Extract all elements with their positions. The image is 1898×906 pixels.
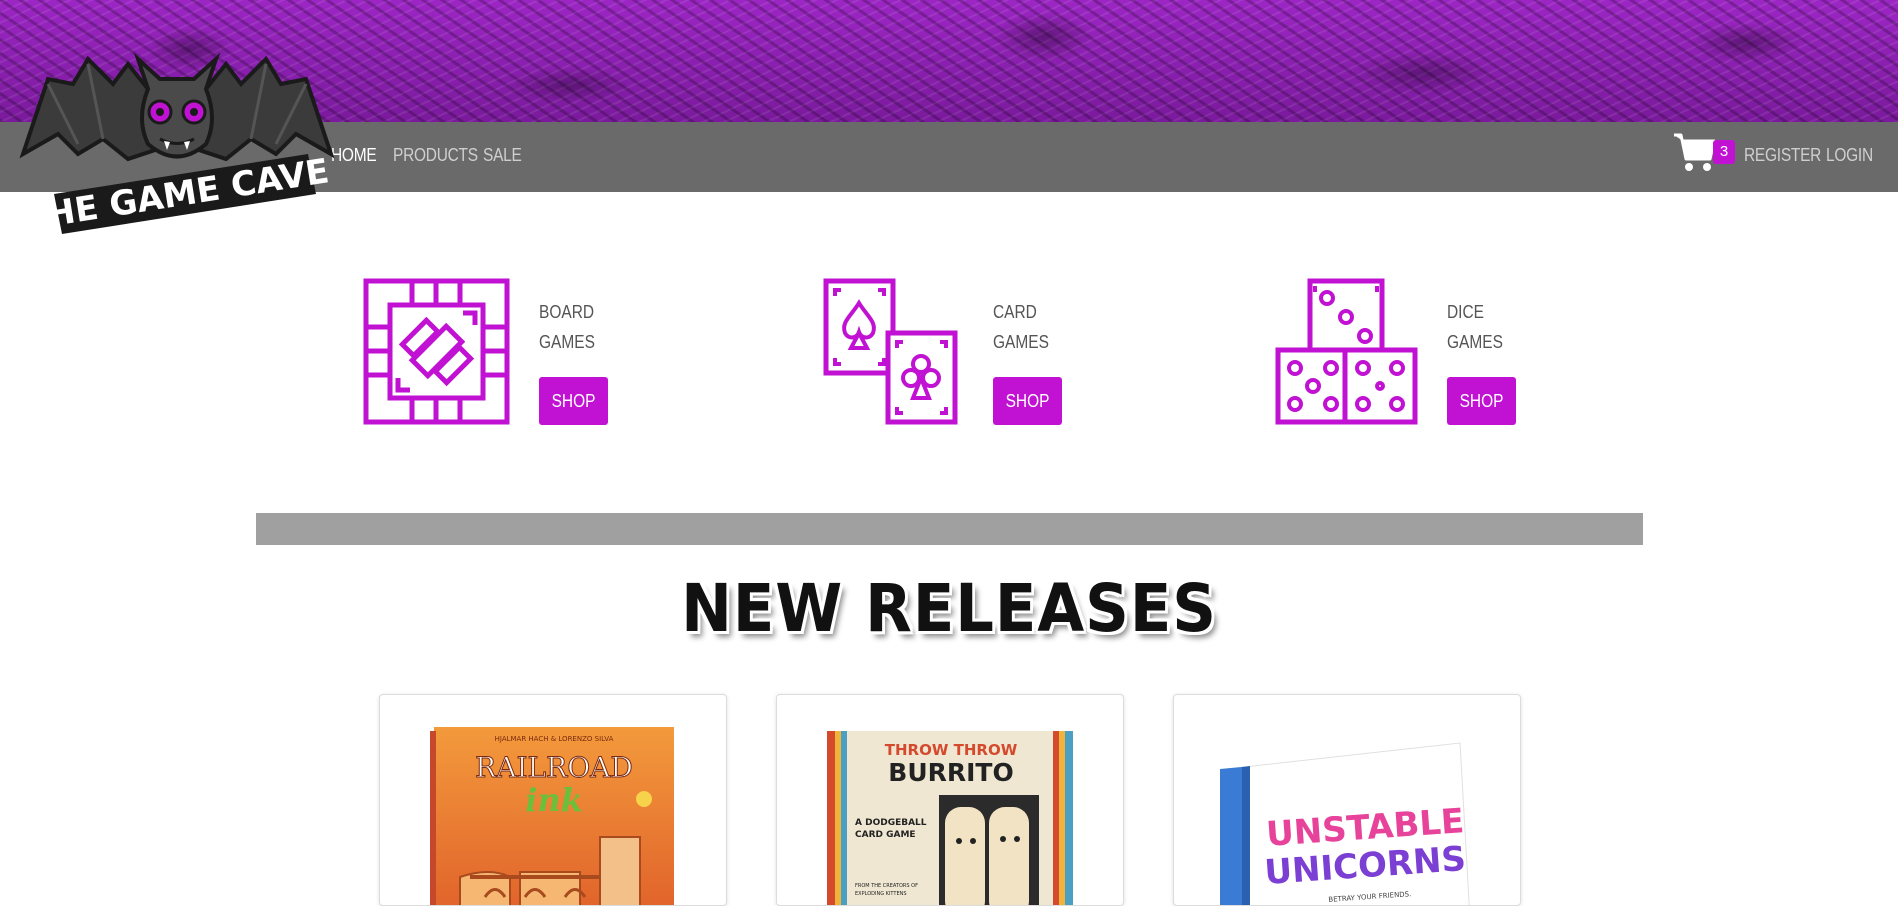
nav-products[interactable]: PRODUCTS [393,145,478,166]
svg-text:RAILROAD: RAILROAD [475,751,633,784]
brand-name: THE GAME CAVE [21,151,332,234]
category-card-line1: CARD [993,302,1037,322]
product-card-railroad-ink[interactable]: HJALMAR HACH & LORENZO SILVA RAILROAD in… [379,694,727,906]
nav-sale[interactable]: SALE [483,145,522,166]
shop-dice-games-button[interactable]: SHOP [1447,377,1516,425]
playing-cards-icon [823,278,958,425]
svg-text:HJALMAR HACH & LORENZO SILVA: HJALMAR HACH & LORENZO SILVA [495,735,614,743]
svg-text:FROM THE CREATORS OF: FROM THE CREATORS OF [855,883,918,889]
shopping-cart-icon[interactable] [1672,131,1716,173]
svg-text:BURRITO: BURRITO [888,758,1013,787]
product-image-throw-throw-burrito[interactable]: THROW THROW BURRITO A DODGEBALL CARD GAM… [827,731,1073,906]
product-card-unstable-unicorns[interactable]: UNSTABLE UNICORNS BETRAY YOUR FRIENDS. [1173,694,1521,906]
shop-card-games-button[interactable]: SHOP [993,377,1062,425]
svg-text:THROW THROW: THROW THROW [885,741,1018,759]
dice-icon [1275,278,1418,425]
nav-home[interactable]: HOME [331,145,377,166]
product-image-railroad-ink[interactable]: HJALMAR HACH & LORENZO SILVA RAILROAD in… [430,727,676,906]
cart-count-badge: 3 [1713,140,1735,164]
category-board-line1: BOARD [539,302,595,322]
svg-text:A DODGEBALL: A DODGEBALL [855,818,927,828]
shop-board-games-button[interactable]: SHOP [539,377,608,425]
category-board-line2: GAMES [539,332,595,352]
board-game-icon [363,278,510,425]
nav-register[interactable]: REGISTER [1744,145,1821,166]
category-card-line2: GAMES [993,332,1049,352]
product-image-unstable-unicorns[interactable]: UNSTABLE UNICORNS BETRAY YOUR FRIENDS. [1220,739,1474,906]
category-dice-line2: GAMES [1447,332,1503,352]
svg-text:CARD GAME: CARD GAME [855,830,916,840]
svg-text:ink: ink [525,781,583,819]
new-releases-title: NEW RELEASES [681,570,1217,647]
product-card-throw-throw-burrito[interactable]: THROW THROW BURRITO A DODGEBALL CARD GAM… [776,694,1124,906]
nav-login[interactable]: LOGIN [1826,145,1873,166]
section-divider [256,513,1643,545]
category-dice-line1: DICE [1447,302,1484,322]
bat-logo-icon[interactable]: THE GAME CAVE [18,44,336,234]
